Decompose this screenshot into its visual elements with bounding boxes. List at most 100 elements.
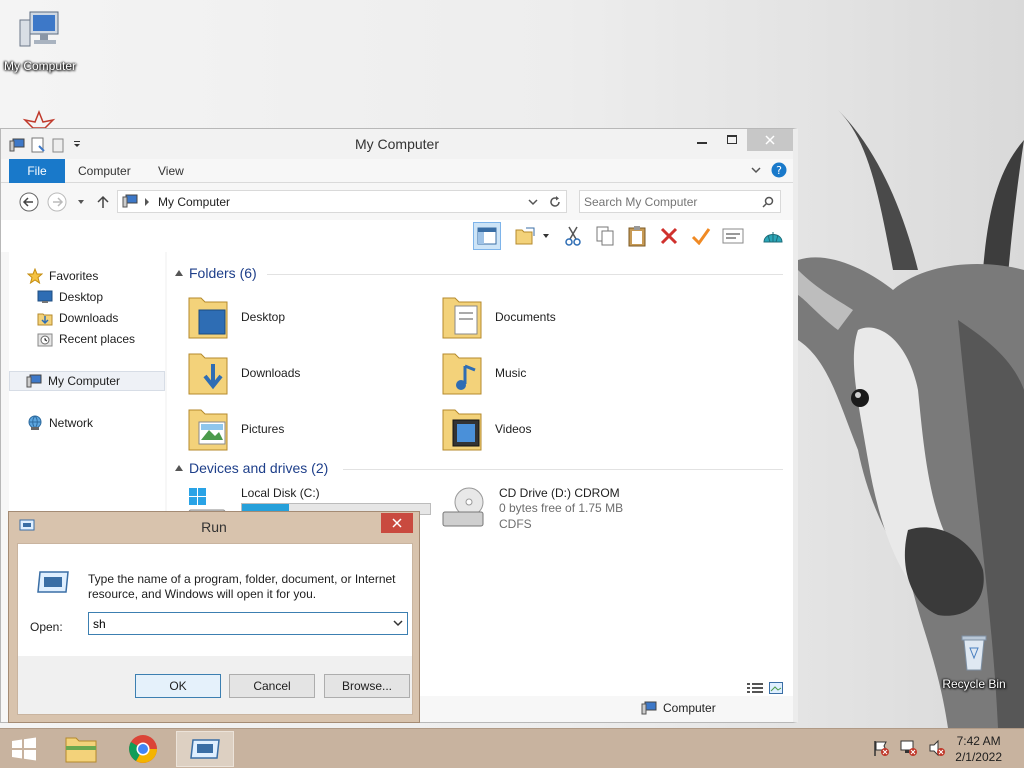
minimize-icon — [697, 142, 707, 144]
desktop-icon-my-computer[interactable]: My Computer — [0, 10, 82, 73]
cut-button[interactable] — [559, 222, 587, 250]
help-icon[interactable]: ? — [771, 162, 787, 178]
preview-pane-button[interactable] — [473, 222, 501, 250]
group-divider — [267, 274, 783, 275]
nav-label: Downloads — [59, 311, 119, 325]
browse-button[interactable]: Browse... — [324, 674, 410, 698]
run-description: Type the name of a program, folder, docu… — [88, 572, 396, 601]
paste-button[interactable] — [623, 222, 651, 250]
pictures-folder-icon — [188, 409, 228, 451]
ok-button[interactable]: OK — [135, 674, 221, 698]
folder-label: Pictures — [241, 422, 285, 436]
tab-view[interactable]: View — [158, 164, 184, 178]
desktop-icon-recycle-bin[interactable]: Recycle Bin — [932, 632, 1016, 691]
minimize-button[interactable] — [687, 129, 717, 151]
status-location: Computer — [641, 701, 716, 715]
action-center-flag-icon[interactable] — [872, 739, 890, 757]
network-status-icon[interactable] — [900, 739, 918, 757]
title-bar[interactable]: My Computer — [1, 129, 793, 159]
chrome-icon — [129, 735, 157, 763]
folder-documents[interactable]: Documents — [441, 292, 556, 342]
chevron-down-icon[interactable] — [528, 198, 538, 206]
run-close-button[interactable] — [381, 513, 413, 533]
collapse-icon — [175, 465, 183, 471]
folders-group-header[interactable]: Folders (6) — [175, 265, 257, 281]
clock-time: 7:42 AM — [956, 734, 1001, 748]
tab-file[interactable]: File — [9, 159, 65, 183]
shell-button[interactable] — [759, 222, 787, 250]
properties-button[interactable] — [719, 222, 747, 250]
command-toolbar — [1, 220, 793, 252]
folder-options-dropdown[interactable] — [539, 222, 553, 250]
documents-folder-icon — [442, 297, 482, 339]
folder-desktop[interactable]: Desktop — [187, 292, 285, 342]
folder-label: Desktop — [241, 310, 286, 324]
folder-label: Music — [495, 366, 527, 380]
search-icon[interactable] — [762, 196, 774, 208]
clipboard-icon — [628, 226, 646, 247]
up-button[interactable] — [93, 192, 113, 212]
status-location-label: Computer — [663, 701, 716, 715]
nav-recent-places[interactable]: Recent places — [37, 329, 165, 349]
window-controls — [687, 129, 793, 151]
breadcrumb[interactable]: My Computer — [158, 195, 230, 209]
run-title-bar[interactable]: Run — [9, 512, 419, 542]
close-button[interactable] — [747, 129, 793, 151]
expand-ribbon-icon[interactable] — [751, 166, 761, 174]
network-icon — [28, 415, 42, 430]
recycle-bin-icon — [961, 635, 987, 671]
taskbar-run[interactable] — [176, 731, 234, 767]
back-button[interactable] — [19, 192, 39, 212]
folder-pictures[interactable]: Pictures — [187, 404, 284, 454]
taskbar-file-explorer[interactable] — [52, 731, 110, 767]
folder-label: Downloads — [241, 366, 301, 380]
devices-group-header[interactable]: Devices and drives (2) — [175, 460, 328, 476]
address-bar[interactable]: My Computer — [117, 190, 567, 213]
desktop-folder-icon — [188, 297, 228, 339]
refresh-icon[interactable] — [548, 195, 562, 209]
folder-videos[interactable]: Videos — [441, 404, 531, 454]
clock[interactable]: 7:42 AM 2/1/2022 — [955, 733, 1002, 765]
rename-button[interactable] — [687, 222, 715, 250]
forward-button[interactable] — [47, 192, 67, 212]
chevron-down-icon[interactable] — [391, 616, 405, 630]
cd-drive-icon — [442, 487, 484, 527]
search-input[interactable] — [584, 193, 754, 210]
system-tray — [872, 739, 946, 757]
back-arrow-icon — [19, 192, 39, 212]
tab-computer[interactable]: Computer — [78, 164, 131, 178]
nav-network[interactable]: Network — [27, 413, 165, 433]
details-view-icon[interactable] — [747, 682, 763, 694]
clock-date: 2/1/2022 — [955, 750, 1002, 764]
taskbar-chrome[interactable] — [114, 731, 172, 767]
music-folder-icon — [442, 353, 482, 395]
nav-favorites[interactable]: Favorites — [27, 266, 165, 286]
folder-downloads[interactable]: Downloads — [187, 348, 300, 398]
ribbon-right-controls: ? — [751, 162, 787, 178]
shell-icon — [763, 232, 783, 243]
recent-locations-button[interactable] — [71, 192, 91, 212]
nav-my-computer[interactable]: My Computer — [9, 371, 165, 391]
start-button[interactable] — [0, 731, 48, 767]
folder-music[interactable]: Music — [441, 348, 526, 398]
cancel-button[interactable]: Cancel — [229, 674, 315, 698]
copy-button[interactable] — [591, 222, 619, 250]
maximize-button[interactable] — [717, 129, 747, 151]
breadcrumb-arrow-icon[interactable] — [144, 198, 150, 206]
view-buttons — [747, 682, 783, 694]
drive-cd[interactable]: CD Drive (D:) CDROM 0 bytes free of 1.75… — [441, 486, 623, 532]
window-title: My Computer — [354, 136, 440, 152]
run-title: Run — [201, 519, 227, 535]
computer-small-icon — [122, 194, 138, 208]
videos-folder-icon — [442, 409, 482, 451]
folder-options-button[interactable] — [511, 222, 539, 250]
nav-downloads[interactable]: Downloads — [37, 308, 165, 328]
drive-free-space: 0 bytes free of 1.75 MB — [499, 501, 624, 515]
computer-icon — [19, 11, 59, 47]
large-icons-view-icon[interactable] — [769, 682, 783, 694]
delete-button[interactable] — [655, 222, 683, 250]
volume-muted-icon[interactable] — [928, 739, 946, 757]
open-input[interactable] — [93, 615, 383, 632]
collapse-icon — [175, 270, 183, 276]
nav-desktop[interactable]: Desktop — [37, 287, 165, 307]
